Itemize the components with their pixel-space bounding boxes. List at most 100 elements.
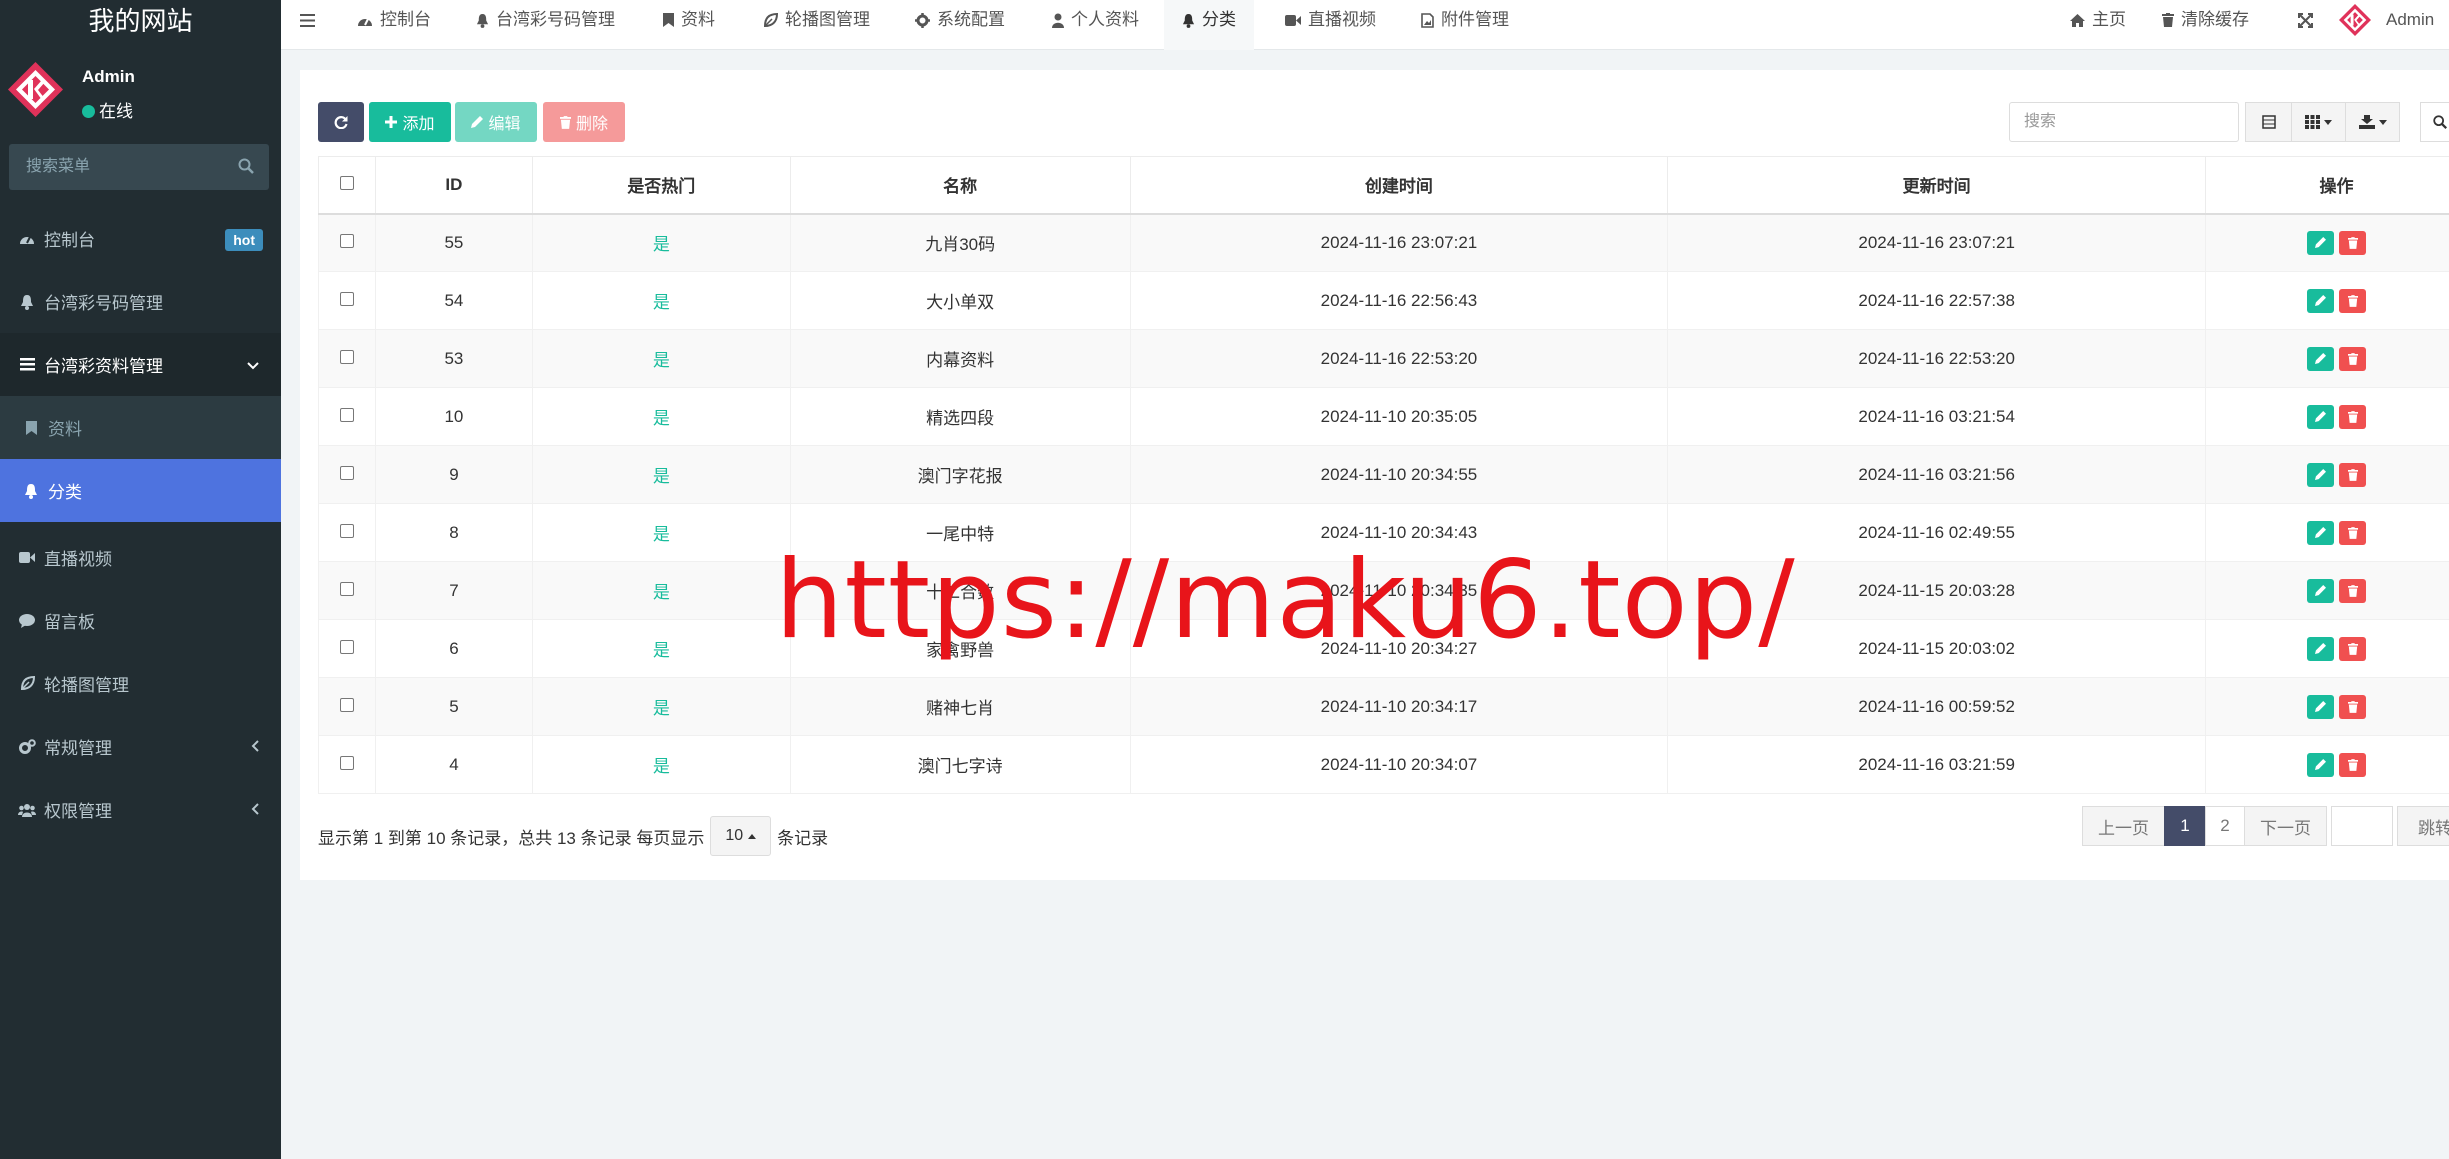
row-delete-button[interactable]	[2339, 636, 2367, 661]
advanced-search-button[interactable]	[2420, 102, 2449, 142]
cell-actions	[2205, 271, 2449, 330]
jump-page-input[interactable]	[2331, 806, 2393, 846]
delete-button[interactable]: 删除	[543, 102, 625, 142]
table-row[interactable]: 4 是澳门七字诗 2024-11-10 20:34:07 2024-11-16 03:…	[318, 735, 2449, 794]
sidebar-item-live-video[interactable]: 直播视频	[0, 526, 281, 589]
sidebar-item-category[interactable]: 分类	[0, 459, 281, 522]
tab-profile[interactable]: 个人资料	[1052, 0, 1139, 50]
row-select-cell	[318, 213, 376, 272]
tab-number-manage[interactable]: 台湾彩号码管理	[476, 0, 615, 50]
cell-actions	[2205, 213, 2449, 272]
row-delete-button[interactable]	[2339, 288, 2367, 313]
page-size-select[interactable]: 10	[710, 816, 772, 856]
row-checkbox[interactable]	[339, 755, 354, 770]
refresh-button[interactable]	[318, 102, 364, 142]
sidebar-item-number-manage[interactable]: 台湾彩号码管理	[0, 270, 281, 333]
row-checkbox[interactable]	[339, 697, 354, 712]
cell-updated: 2024-11-16 03:21:54	[1667, 387, 2207, 446]
row-delete-button[interactable]	[2339, 462, 2367, 487]
next-page-button[interactable]: 下一页	[2244, 806, 2327, 846]
col-updated[interactable]: 更新时间	[1667, 156, 2207, 215]
row-checkbox[interactable]	[339, 523, 354, 538]
columns-button[interactable]	[2291, 102, 2346, 142]
row-edit-button[interactable]	[2307, 404, 2335, 429]
sidebar-toggle[interactable]	[300, 0, 315, 50]
row-delete-button[interactable]	[2339, 404, 2367, 429]
table-row[interactable]: 55 是九肖30码 2024-11-16 23:07:21 2024-11-16 23…	[318, 213, 2449, 272]
row-checkbox[interactable]	[339, 639, 354, 654]
cell-id: 6	[374, 619, 533, 678]
row-checkbox[interactable]	[339, 291, 354, 306]
row-checkbox[interactable]	[339, 407, 354, 422]
row-edit-button[interactable]	[2307, 288, 2335, 313]
col-name[interactable]: 名称	[789, 156, 1131, 215]
menu-search-input[interactable]	[9, 144, 219, 190]
row-edit-button[interactable]	[2307, 752, 2335, 777]
row-checkbox[interactable]	[339, 581, 354, 596]
prev-page-button[interactable]: 上一页	[2082, 806, 2165, 846]
row-delete-button[interactable]	[2339, 346, 2367, 371]
table-row[interactable]: 9 是澳门字花报 2024-11-10 20:34:55 2024-11-16 03:…	[318, 445, 2449, 504]
col-hot[interactable]: 是否热门	[531, 156, 791, 215]
table-row[interactable]: 5 是赌神七肖 2024-11-10 20:34:17 2024-11-16 00:5…	[318, 677, 2449, 736]
row-edit-button[interactable]	[2307, 694, 2335, 719]
user-menu[interactable]: Admin	[2339, 0, 2434, 50]
sidebar-item-dashboard[interactable]: 控制台 hot	[0, 207, 281, 270]
fullscreen-button[interactable]	[2298, 0, 2313, 50]
sidebar-item-data-manage[interactable]: 台湾彩资料管理	[0, 333, 281, 396]
row-checkbox[interactable]	[339, 465, 354, 480]
row-checkbox[interactable]	[339, 233, 354, 248]
page-1-button[interactable]: 1	[2164, 806, 2206, 846]
site-logo[interactable]: 我的网站	[0, 0, 281, 42]
tab-ziliao[interactable]: 资料	[663, 0, 715, 50]
sidebar-item-permission[interactable]: 权限管理	[0, 778, 281, 841]
col-created[interactable]: 创建时间	[1129, 156, 1669, 215]
table-row[interactable]: 53 是内幕资料 2024-11-16 22:53:20 2024-11-16 22:…	[318, 329, 2449, 388]
add-button[interactable]: 添加	[369, 102, 451, 142]
row-delete-button[interactable]	[2339, 578, 2367, 603]
home-link[interactable]: 主页	[2070, 0, 2126, 50]
row-edit-button[interactable]	[2307, 578, 2335, 603]
row-delete-button[interactable]	[2339, 694, 2367, 719]
row-delete-button[interactable]	[2339, 752, 2367, 777]
row-checkbox[interactable]	[339, 349, 354, 364]
row-delete-button[interactable]	[2339, 230, 2367, 255]
sidebar-item-message-board[interactable]: 留言板	[0, 589, 281, 652]
edit-button[interactable]: 编辑	[455, 102, 537, 142]
cell-id: 10	[374, 387, 533, 446]
tab-category[interactable]: 分类	[1164, 0, 1254, 50]
tab-live-video[interactable]: 直播视频	[1285, 0, 1376, 50]
dashboard-icon	[358, 18, 372, 26]
table-row[interactable]: 54 是大小单双 2024-11-16 22:56:43 2024-11-16 22:…	[318, 271, 2449, 330]
row-delete-button[interactable]	[2339, 520, 2367, 545]
file-image-icon	[1421, 12, 1434, 28]
tab-system-config[interactable]: 系统配置	[915, 0, 1005, 50]
export-button[interactable]	[2345, 102, 2400, 142]
toggle-view-button[interactable]	[2245, 102, 2292, 142]
cell-hot: 是	[531, 387, 791, 446]
row-edit-button[interactable]	[2307, 230, 2335, 255]
sidebar-item-carousel[interactable]: 轮播图管理	[0, 652, 281, 715]
table-search-input[interactable]	[2009, 102, 2239, 142]
bell-icon	[22, 483, 40, 499]
row-edit-button[interactable]	[2307, 520, 2335, 545]
sidebar-item-label: 控制台	[44, 231, 95, 250]
row-edit-button[interactable]	[2307, 462, 2335, 487]
tab-dashboard[interactable]: 控制台	[357, 0, 431, 50]
row-edit-button[interactable]	[2307, 346, 2335, 371]
page-2-button[interactable]: 2	[2205, 806, 2245, 846]
refresh-icon	[334, 116, 348, 129]
tab-label: 轮播图管理	[785, 10, 870, 29]
select-all-checkbox[interactable]	[339, 175, 354, 190]
tab-attachments[interactable]: 附件管理	[1421, 0, 1509, 50]
search-icon[interactable]	[237, 157, 255, 175]
col-id[interactable]: ID	[374, 156, 533, 215]
row-edit-button[interactable]	[2307, 636, 2335, 661]
tab-carousel[interactable]: 轮播图管理	[763, 0, 870, 50]
table-row[interactable]: 10 是精选四段 2024-11-10 20:35:05 2024-11-16 03:…	[318, 387, 2449, 446]
sidebar-item-general[interactable]: 常规管理	[0, 715, 281, 778]
comment-icon	[18, 613, 36, 628]
clear-cache-button[interactable]: 清除缓存	[2162, 0, 2249, 50]
sidebar-item-ziliao[interactable]: 资料	[0, 396, 281, 459]
jump-button[interactable]: 跳转	[2397, 806, 2449, 846]
